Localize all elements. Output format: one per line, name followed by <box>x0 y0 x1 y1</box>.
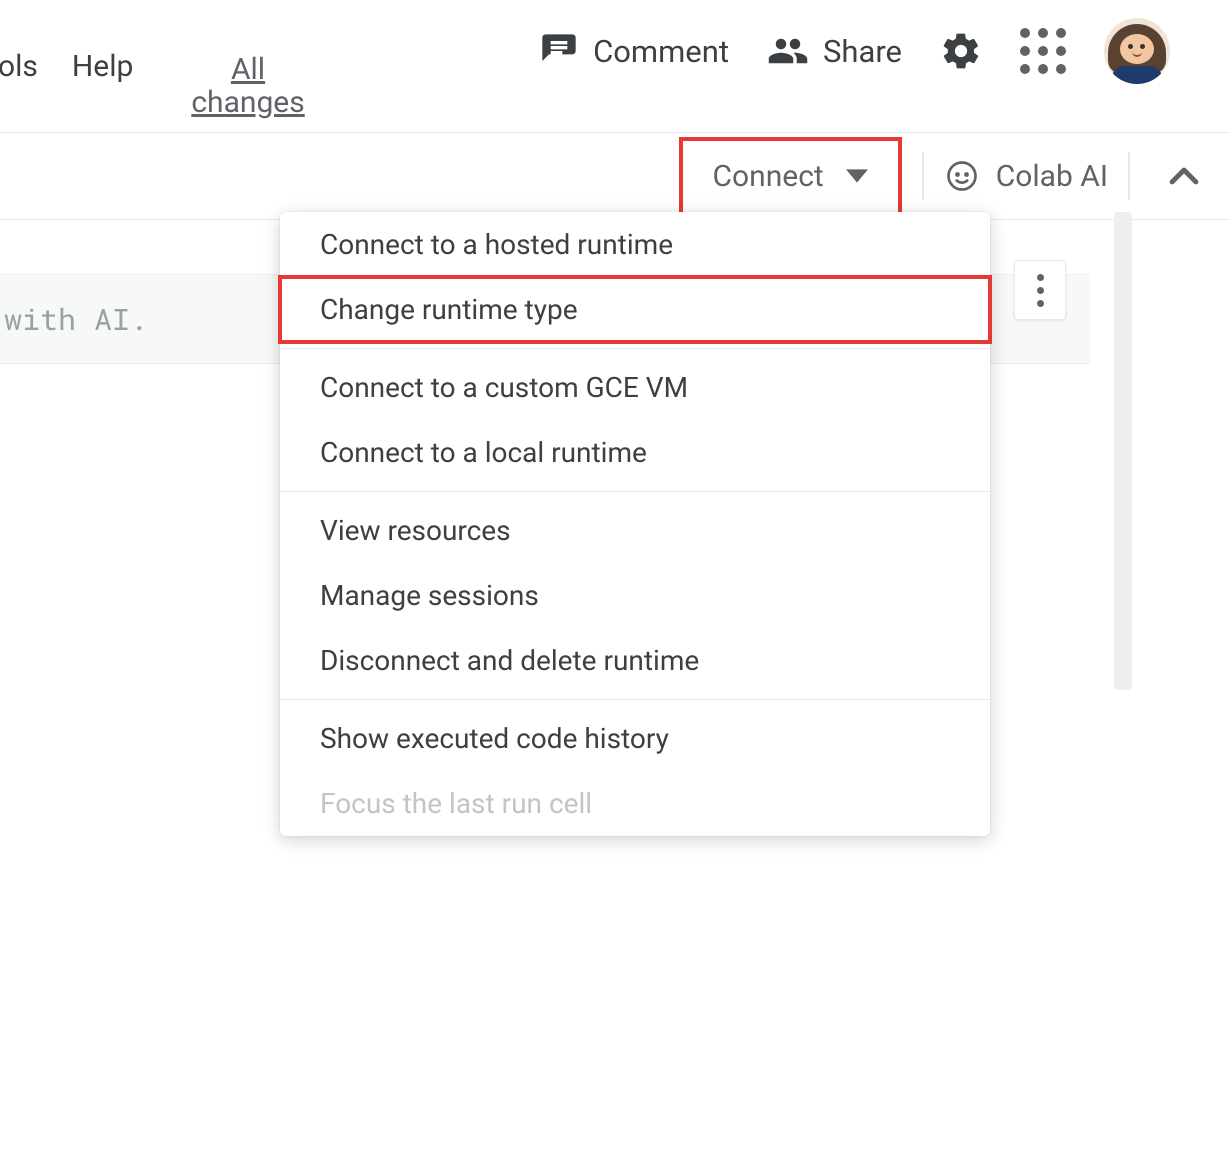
dd-disconnect-delete-runtime[interactable]: Disconnect and delete runtime <box>280 628 990 693</box>
colab-ai-button[interactable]: Colab AI <box>944 158 1108 194</box>
more-vert-icon <box>1037 274 1044 307</box>
dd-connect-hosted-runtime[interactable]: Connect to a hosted runtime <box>280 212 990 277</box>
connect-dropdown: Connect to a hosted runtime Change runti… <box>280 212 990 836</box>
separator <box>922 152 924 200</box>
dd-focus-last-run-cell: Focus the last run cell <box>280 771 990 836</box>
google-apps-button[interactable] <box>1020 28 1066 74</box>
dd-show-executed-history[interactable]: Show executed code history <box>280 706 990 771</box>
separator <box>1128 152 1130 200</box>
scrollbar[interactable] <box>1114 212 1132 690</box>
comment-label: Comment <box>593 33 729 70</box>
cell-more-button[interactable] <box>1014 260 1066 320</box>
menu-left-group: ols Help All changes <box>0 13 305 119</box>
connect-label: Connect <box>713 159 824 194</box>
share-icon <box>767 30 809 72</box>
dd-connect-local-runtime[interactable]: Connect to a local runtime <box>280 420 990 485</box>
all-changes-link[interactable]: All changes <box>191 53 304 119</box>
account-avatar[interactable] <box>1104 18 1170 84</box>
menu-item-help[interactable]: Help <box>68 49 137 84</box>
runtime-toolbar: Connect Colab AI <box>0 133 1230 220</box>
comment-button[interactable]: Comment <box>539 31 729 71</box>
dd-change-runtime-type[interactable]: Change runtime type <box>280 277 990 342</box>
cell-placeholder: with AI. <box>4 300 148 339</box>
collapse-button[interactable] <box>1158 150 1210 202</box>
dropdown-separator <box>280 348 990 349</box>
dd-connect-custom-gce[interactable]: Connect to a custom GCE VM <box>280 355 990 420</box>
gear-icon <box>940 30 982 72</box>
share-button[interactable]: Share <box>767 30 902 72</box>
apps-grid-icon <box>1020 28 1066 74</box>
dropdown-separator <box>280 491 990 492</box>
connect-button[interactable]: Connect <box>679 137 902 216</box>
menu-item-tools[interactable]: ols <box>0 49 42 84</box>
dropdown-caret-icon <box>846 169 868 183</box>
dd-manage-sessions[interactable]: Manage sessions <box>280 563 990 628</box>
colab-ai-icon <box>944 158 980 194</box>
top-right-actions: Comment Share <box>539 18 1230 84</box>
colab-ai-label: Colab AI <box>996 159 1108 194</box>
chevron-up-icon <box>1169 167 1199 185</box>
settings-button[interactable] <box>940 30 982 72</box>
dd-view-resources[interactable]: View resources <box>280 498 990 563</box>
menubar: ols Help All changes Comment Share <box>0 0 1230 133</box>
share-label: Share <box>823 33 902 70</box>
comment-icon <box>539 31 579 71</box>
dropdown-separator <box>280 699 990 700</box>
